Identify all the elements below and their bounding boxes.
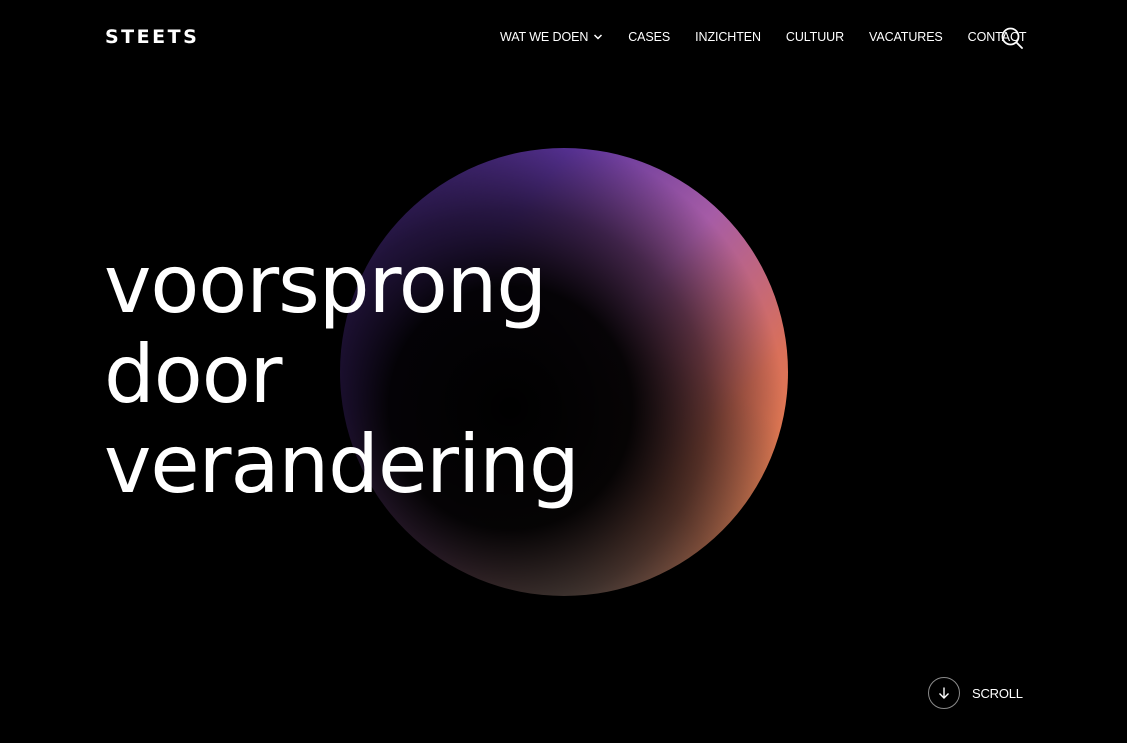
hero-line-2: door (104, 328, 283, 421)
hero-line-1: voorsprong (104, 238, 547, 331)
main-nav: WAT WE DOEN CASES INZICHTEN CULTUUR VACA… (500, 27, 1027, 47)
scroll-label: SCROLL (972, 685, 1023, 701)
nav-item-inzichten[interactable]: INZICHTEN (695, 30, 761, 44)
nav-item-wat-we-doen[interactable]: WAT WE DOEN (500, 30, 603, 44)
scroll-button[interactable]: SCROLL (928, 677, 1023, 709)
logo[interactable]: STEETS (105, 26, 199, 48)
nav-item-label: WAT WE DOEN (500, 30, 589, 44)
nav-item-vacatures[interactable]: VACATURES (869, 30, 943, 44)
arrow-down-icon (939, 687, 949, 699)
nav-item-cases[interactable]: CASES (628, 30, 670, 44)
search-icon[interactable] (1000, 26, 1024, 50)
scroll-circle (928, 677, 960, 709)
chevron-down-icon (594, 34, 603, 40)
page: STEETS WAT WE DOEN CASES INZICHTEN CULTU… (0, 0, 1127, 743)
hero-headline: voorsprong door verandering (104, 238, 580, 511)
nav-item-cultuur[interactable]: CULTUUR (786, 30, 844, 44)
hero-line-3: verandering (104, 418, 580, 511)
